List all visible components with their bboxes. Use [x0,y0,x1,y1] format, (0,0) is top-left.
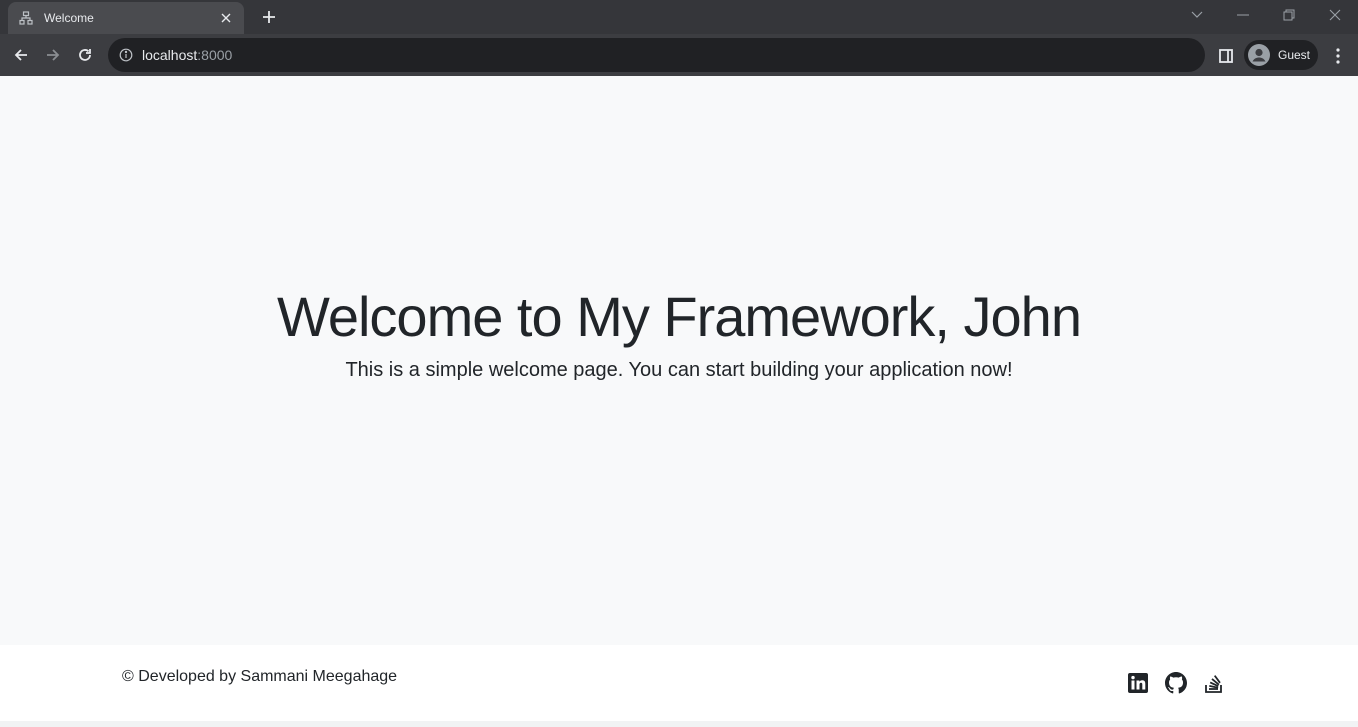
browser-tab[interactable]: Welcome [8,2,244,34]
page-subtitle: This is a simple welcome page. You can s… [345,359,1013,381]
bottom-edge [0,721,1358,727]
address-port: :8000 [197,47,233,63]
browser-toolbar: localhost:8000 Guest [0,34,1358,76]
address-host: localhost [142,47,198,63]
kebab-menu-icon[interactable] [1326,44,1350,68]
stackoverflow-icon[interactable] [1202,671,1226,695]
tab-search-icon[interactable] [1174,0,1220,30]
forward-icon[interactable] [39,41,67,69]
browser-tabstrip: Welcome [0,0,1358,34]
close-tab-icon[interactable] [218,10,234,26]
new-tab-button[interactable] [258,6,280,28]
back-icon[interactable] [7,41,35,69]
footer-copyright: © Developed by Sammani Meegahage [122,668,398,685]
close-window-icon[interactable] [1312,0,1358,30]
minimize-icon[interactable] [1220,0,1266,30]
site-info-icon[interactable] [118,47,134,63]
linkedin-icon[interactable] [1126,671,1150,695]
tab-title: Welcome [44,11,94,25]
footer: © Developed by Sammani Meegahage [0,645,1358,721]
profile-button[interactable]: Guest [1244,40,1318,70]
page-title: Welcome to My Framework, John [277,285,1082,348]
sitemap-icon [18,10,34,26]
avatar [1248,44,1270,66]
page-content: Welcome to My Framework, John This is a … [0,76,1358,645]
restore-icon[interactable] [1266,0,1312,30]
side-panel-icon[interactable] [1214,44,1238,68]
address-bar[interactable]: localhost:8000 [108,38,1205,72]
profile-label: Guest [1278,48,1311,62]
github-icon[interactable] [1164,671,1188,695]
reload-icon[interactable] [71,41,99,69]
